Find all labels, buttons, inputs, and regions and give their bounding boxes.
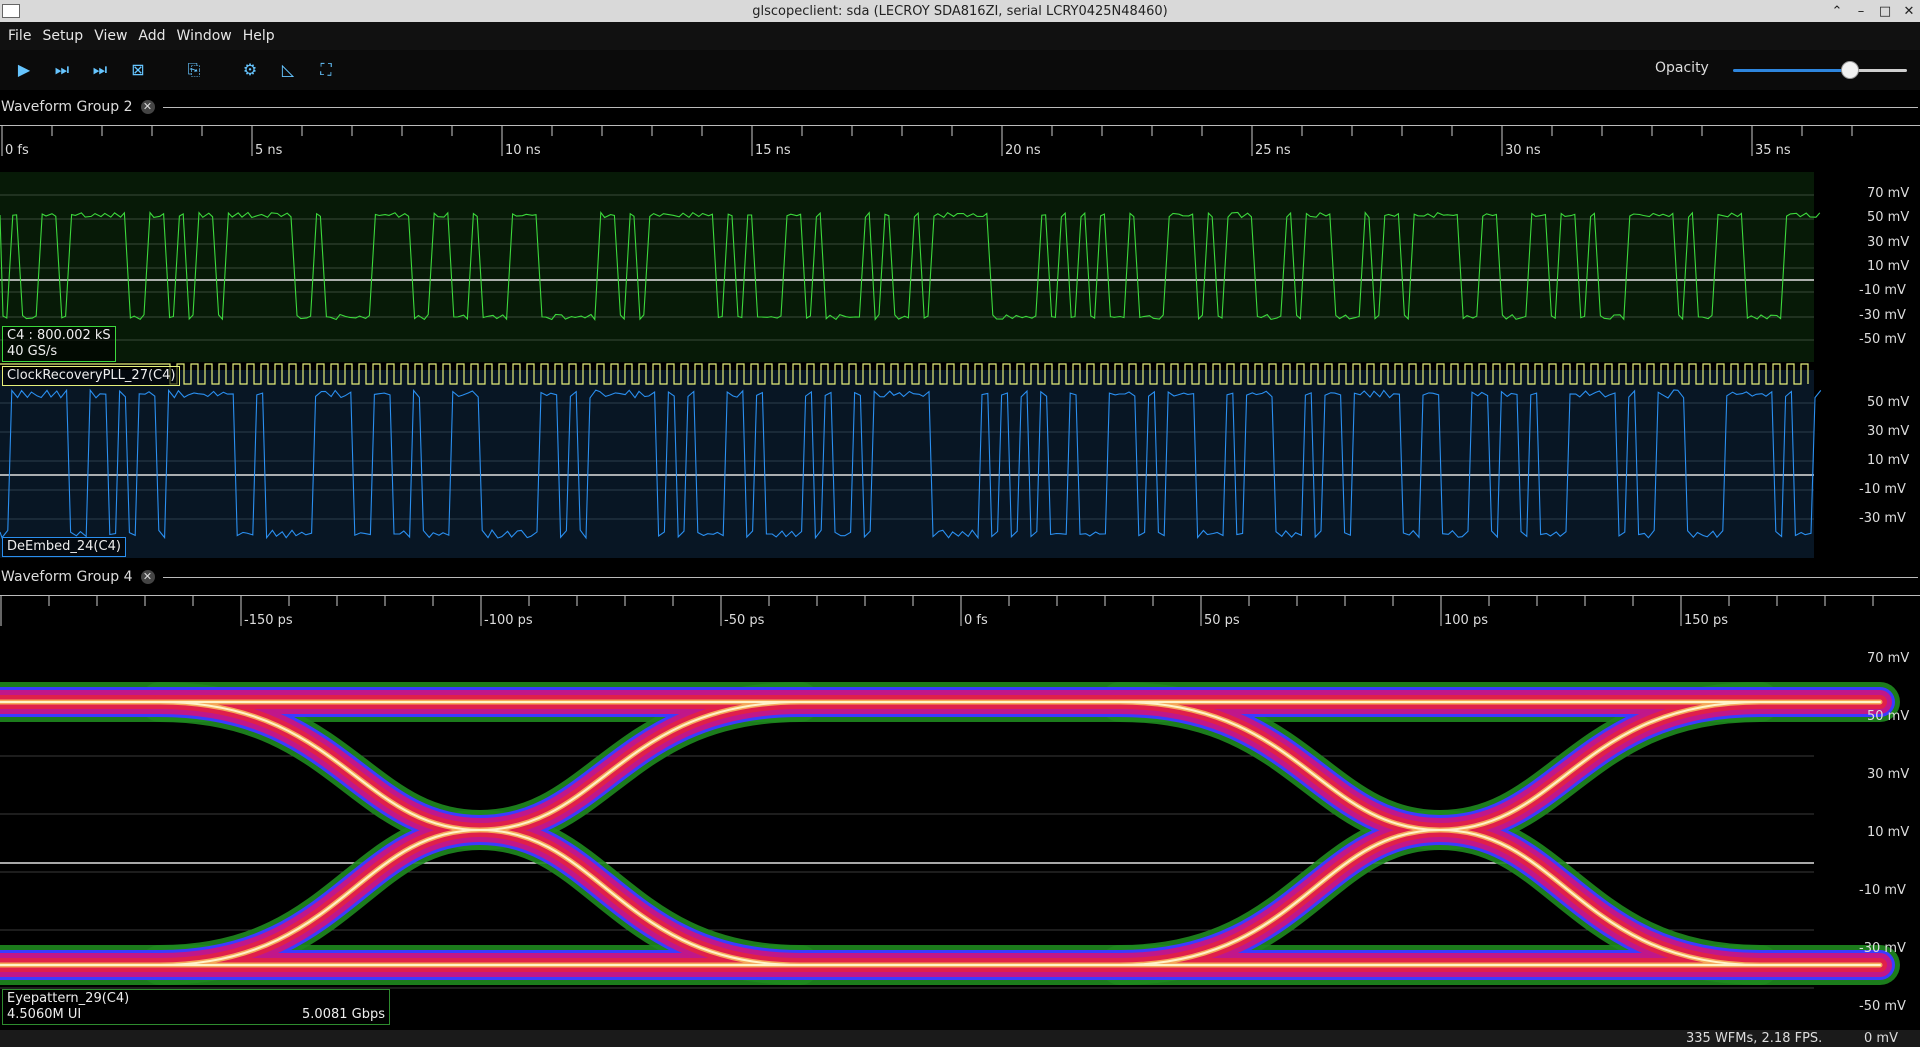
channel-c4-info[interactable]: C4 : 800.002 kS 40 GS/s <box>2 326 116 362</box>
group-name: Waveform Group 2 <box>1 99 133 115</box>
menu-view[interactable]: View <box>94 28 136 44</box>
force-trigger-button[interactable]: ⏭ <box>86 56 114 84</box>
voltage-axis-label: 70 mV <box>1867 651 1910 666</box>
time-tick-label: 0 fs <box>964 613 988 628</box>
waveform-deembed[interactable] <box>0 362 1920 558</box>
toolbar: ▶ ⏭ ⏭ ⊠ ⎘ ⚙ ◺ ⛶ <box>0 50 1920 90</box>
time-tick-label: -150 ps <box>244 613 293 628</box>
eye-pattern-name: Eyepattern_29(C4) <box>7 991 130 1006</box>
eye-bit-rate: 5.0081 Gbps <box>302 1007 385 1022</box>
time-tick-label: 50 ps <box>1204 613 1240 628</box>
time-tick-label: 30 ns <box>1505 143 1541 158</box>
timeline-group-4[interactable]: -150 ps -100 ps -50 ps 0 fs 50 ps 100 ps 150 p… <box>0 595 1920 633</box>
status-bar: 335 WFMs, 2.18 FPS. 0 mV <box>0 1030 1920 1047</box>
channel-c4-rate: 40 GS/s <box>7 344 58 359</box>
start-trigger-button[interactable]: ▶ <box>10 56 38 84</box>
clock-recovery-label[interactable]: ClockRecoveryPLL_27(C4) <box>2 366 181 386</box>
voltage-axis-label: -50 mV <box>1859 331 1906 347</box>
maximize-icon[interactable]: □ <box>1878 4 1892 19</box>
fps-status: 335 WFMs, 2.18 FPS. <box>1686 1031 1823 1046</box>
collapse-icon[interactable]: ⌃ <box>1830 4 1844 19</box>
voltage-axis-label: -30 mV <box>1859 307 1906 323</box>
time-tick-label: 0 fs <box>5 143 29 158</box>
voltage-axis-label: -10 mV <box>1859 883 1906 898</box>
voltage-axis-label: -30 mV <box>1859 511 1906 526</box>
title-bar: glscopeclient: sda (LECROY SDA816ZI, ser… <box>0 0 1920 22</box>
close-group-icon[interactable]: ✕ <box>140 100 155 114</box>
voltage-axis-label: -10 mV <box>1859 283 1906 299</box>
time-tick-label: 100 ps <box>1444 613 1488 628</box>
time-tick-label: 150 ps <box>1684 613 1728 628</box>
voltage-axis-label: 10 mV <box>1867 453 1910 468</box>
opacity-slider-thumb[interactable] <box>1841 61 1859 79</box>
close-icon[interactable]: ✕ <box>1902 4 1916 19</box>
stop-icon: ⊠ <box>131 60 145 79</box>
voltage-axis-label: 10 mV <box>1867 825 1910 840</box>
opacity-label: Opacity <box>1655 60 1709 76</box>
voltage-axis-label: 50 mV <box>1867 210 1910 226</box>
deembed-label[interactable]: DeEmbed_24(C4) <box>2 537 126 557</box>
time-tick-label: -50 ps <box>724 613 765 628</box>
time-tick-label: -100 ps <box>484 613 533 628</box>
menu-help[interactable]: Help <box>243 28 284 44</box>
history-icon: ⎘ <box>187 60 201 79</box>
menu-bar: File Setup View Add Window Help <box>0 22 1920 50</box>
menu-window[interactable]: Window <box>177 28 241 44</box>
time-tick-label: 20 ns <box>1005 143 1041 158</box>
voltage-axis-label: 30 mV <box>1867 767 1910 782</box>
group-header-2: Waveform Group 2 ✕ <box>0 94 1920 120</box>
history-button[interactable]: ⎘ <box>180 56 208 84</box>
persistence-button[interactable]: ◺ <box>274 56 302 84</box>
persistence-icon: ◺ <box>281 60 295 79</box>
voltage-axis-label: -10 mV <box>1859 482 1906 497</box>
voltage-axis-label: -30 mV <box>1859 941 1906 956</box>
force-icon: ⏭ <box>92 60 108 79</box>
voltage-axis-label: 10 mV <box>1867 258 1910 274</box>
channel-c4-samples: C4 : 800.002 kS <box>7 328 111 343</box>
waveform-c4[interactable] <box>0 172 1920 362</box>
menu-file[interactable]: File <box>8 28 40 44</box>
minimize-icon[interactable]: – <box>1854 4 1868 19</box>
voltage-axis-label: 30 mV <box>1867 234 1910 250</box>
voltage-axis-label: 50 mV <box>1867 709 1910 724</box>
opacity-slider[interactable] <box>1733 60 1907 80</box>
voltage-axis-label: 30 mV <box>1867 424 1910 439</box>
fullscreen-icon: ⛶ <box>320 60 332 79</box>
time-tick-label: 25 ns <box>1255 143 1291 158</box>
voltage-axis-label: 50 mV <box>1867 395 1910 410</box>
single-trigger-button[interactable]: ⏭ <box>48 56 76 84</box>
play-icon: ▶ <box>17 60 31 79</box>
fullscreen-button[interactable]: ⛶ <box>312 56 340 84</box>
time-tick-label: 35 ns <box>1755 143 1791 158</box>
group-name: Waveform Group 4 <box>1 569 133 585</box>
gear-icon: ⚙ <box>242 60 258 79</box>
eye-pattern-info[interactable]: Eyepattern_29(C4) 4.5060M UI 5.0081 Gbps <box>2 989 390 1025</box>
time-tick-label: 15 ns <box>755 143 791 158</box>
eye-pattern[interactable] <box>0 640 1920 1028</box>
time-tick-label: 5 ns <box>255 143 283 158</box>
timeline-group-2[interactable]: 0 fs 5 ns 10 ns 15 ns 20 ns 25 ns 30 ns 35 ns <box>0 125 1920 163</box>
refresh-settings-button[interactable]: ⚙ <box>236 56 264 84</box>
cursor-status: 0 mV <box>1864 1031 1898 1046</box>
time-tick-label: 10 ns <box>505 143 541 158</box>
menu-setup[interactable]: Setup <box>42 28 92 44</box>
window-title: glscopeclient: sda (LECROY SDA816ZI, ser… <box>752 3 1168 19</box>
stop-trigger-button[interactable]: ⊠ <box>124 56 152 84</box>
step-icon: ⏭ <box>54 60 70 79</box>
eye-ui-count: 4.5060M UI <box>7 1007 82 1022</box>
close-group-icon[interactable]: ✕ <box>140 570 155 584</box>
voltage-axis-label: 70 mV <box>1867 186 1910 201</box>
menu-add[interactable]: Add <box>138 28 174 44</box>
voltage-axis-label: -50 mV <box>1859 999 1906 1014</box>
group-header-4: Waveform Group 4 ✕ <box>0 564 1920 590</box>
